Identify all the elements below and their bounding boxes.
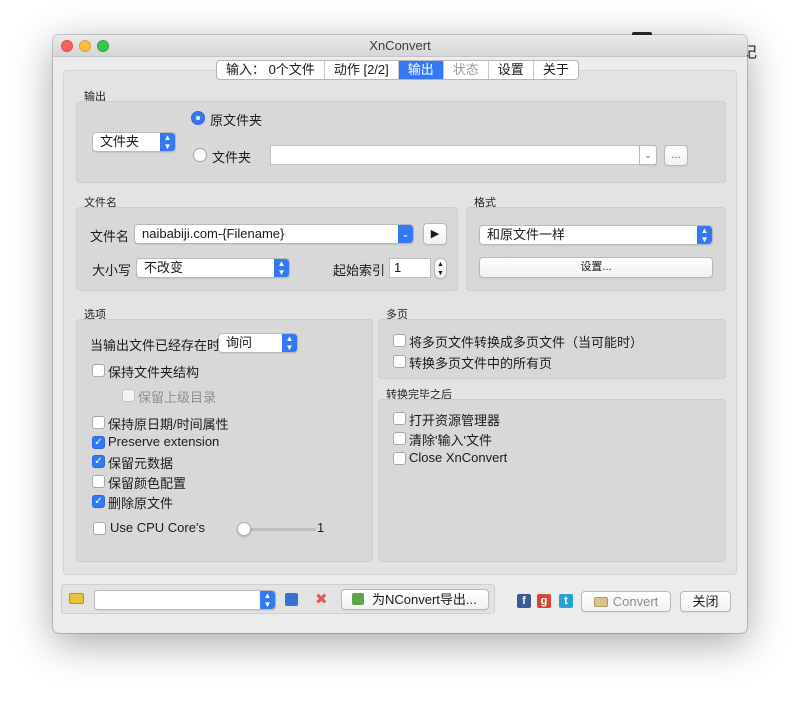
exists-label: 当输出文件已经存在时	[90, 338, 221, 353]
chevron-updown-icon: ▲ ▼	[160, 133, 175, 151]
tab-actions[interactable]: 动作 [2/2]	[325, 61, 399, 79]
preset-bar: ▲ ▼ ✖ 为NConvert导出...	[61, 584, 495, 614]
exists-select[interactable]: 询问 ▲ ▼	[218, 333, 298, 353]
format-select[interactable]: 和原文件一样 ▲ ▼	[479, 225, 713, 245]
to-multipage-label: 将多页文件转换成多页文件（当可能时）	[409, 335, 644, 350]
multipage-group: 将多页文件转换成多页文件（当可能时） 转换多页文件中的所有页	[378, 319, 726, 379]
export-nconvert-button[interactable]: 为NConvert导出...	[341, 589, 489, 610]
delete-original-checkbox[interactable]: ✓	[92, 495, 105, 508]
keep-metadata-checkbox[interactable]: ✓	[92, 455, 105, 468]
preserve-extension-checkbox[interactable]: ✓	[92, 436, 105, 449]
export-icon	[352, 593, 364, 605]
use-cpu-checkbox[interactable]	[93, 522, 106, 535]
radio-folder[interactable]	[193, 148, 207, 162]
chevron-updown-icon: ▲ ▼	[274, 259, 289, 277]
insert-variable-button[interactable]: ▶	[423, 223, 447, 245]
chevron-updown-icon: ▲ ▼	[260, 591, 275, 609]
radio-folder-label: 文件夹	[212, 150, 252, 165]
tab-status: 状态	[444, 61, 489, 79]
delete-original-label: 删除原文件	[108, 496, 174, 511]
title-bar: XnConvert	[53, 35, 747, 57]
start-index-input[interactable]: 1	[389, 258, 431, 278]
radio-original-folder-label: 原文件夹	[210, 113, 263, 128]
play-icon: ▶	[430, 228, 440, 240]
filename-group: 文件名 naibabiji.com-{Filename} ⌄ ▶ 大小写 不改变…	[76, 207, 458, 291]
keep-parent-label: 保留上级目录	[138, 390, 217, 405]
case-select[interactable]: 不改变 ▲ ▼	[136, 258, 290, 278]
convert-button[interactable]: Convert	[581, 591, 671, 612]
delete-icon[interactable]: ✖	[315, 590, 328, 608]
filename-template-combo[interactable]: naibabiji.com-{Filename} ⌄	[134, 224, 414, 244]
tab-settings[interactable]: 设置	[489, 61, 534, 79]
close-app-label: Close XnConvert	[409, 450, 508, 465]
filename-label: 文件名	[90, 229, 130, 244]
zoom-window-button[interactable]	[97, 40, 109, 52]
format-settings-button[interactable]: 设置...	[479, 257, 713, 278]
output-panel: 输出 文件夹 ▲ ▼ 原文件夹 文件夹 ⌄ ... 文件名 文件名 naibabi…	[63, 70, 737, 575]
chevron-updown-icon: ▲ ▼	[282, 334, 297, 352]
preset-select[interactable]: ▲ ▼	[94, 590, 276, 610]
keep-structure-checkbox[interactable]	[92, 364, 105, 377]
all-pages-checkbox[interactable]	[393, 355, 406, 368]
radio-original-folder[interactable]	[191, 111, 205, 125]
options-group: 当输出文件已经存在时 询问 ▲ ▼ 保持文件夹结构 保留上级目录 保持原日期/时间…	[76, 319, 373, 562]
keep-color-profile-checkbox[interactable]	[92, 475, 105, 488]
tab-bar: 输入： 0个文件 动作 [2/2] 输出 状态 设置 关于	[216, 60, 579, 80]
after-convert-group: 打开资源管理器 清除'输入'文件 Close XnConvert	[378, 399, 726, 562]
keep-datetime-label: 保持原日期/时间属性	[108, 417, 229, 432]
folder-history-dropdown[interactable]: ⌄	[639, 145, 657, 165]
close-window-button[interactable]	[61, 40, 73, 52]
keep-datetime-checkbox[interactable]	[92, 416, 105, 429]
open-explorer-checkbox[interactable]	[393, 412, 406, 425]
folder-path-input[interactable]	[270, 145, 656, 165]
app-window: XnConvert 输入： 0个文件 动作 [2/2] 输出 状态 设置 关于 …	[53, 35, 747, 633]
stepper-arrows-icon: ▲ ▼	[437, 261, 444, 277]
minimize-window-button[interactable]	[79, 40, 91, 52]
tab-output[interactable]: 输出	[398, 61, 444, 79]
chevron-down-icon: ⌄	[398, 225, 413, 243]
open-explorer-label: 打开资源管理器	[409, 413, 501, 428]
cpu-value: 1	[317, 520, 325, 535]
start-index-stepper[interactable]: ▲ ▼	[434, 258, 447, 279]
keep-metadata-label: 保留元数据	[108, 456, 174, 471]
cpu-slider-handle[interactable]	[237, 522, 251, 536]
convert-icon	[593, 597, 608, 607]
dest-type-select[interactable]: 文件夹 ▲ ▼	[92, 132, 176, 152]
window-title: XnConvert	[369, 38, 431, 53]
to-multipage-checkbox[interactable]	[393, 334, 406, 347]
twitter-icon[interactable]: t	[559, 594, 573, 608]
clear-input-checkbox[interactable]	[393, 432, 406, 445]
clear-input-label: 清除'输入'文件	[409, 433, 492, 448]
google-plus-icon[interactable]: g	[537, 594, 551, 608]
keep-structure-label: 保持文件夹结构	[108, 365, 200, 380]
chevron-down-icon: ⌄	[644, 150, 652, 160]
folder-icon[interactable]	[69, 593, 84, 604]
preserve-extension-label: Preserve extension	[108, 434, 220, 449]
use-cpu-label: Use CPU Core's	[110, 520, 205, 535]
facebook-icon[interactable]: f	[517, 594, 531, 608]
output-group: 文件夹 ▲ ▼ 原文件夹 文件夹 ⌄ ...	[76, 101, 726, 183]
browse-folder-button[interactable]: ...	[664, 145, 688, 166]
case-label: 大小写	[92, 263, 132, 278]
tab-about[interactable]: 关于	[534, 61, 578, 79]
close-app-checkbox[interactable]	[393, 452, 406, 465]
save-icon[interactable]	[285, 593, 298, 606]
format-group: 和原文件一样 ▲ ▼ 设置...	[466, 207, 726, 291]
chevron-updown-icon: ▲ ▼	[697, 226, 712, 244]
tab-input[interactable]: 输入： 0个文件	[217, 61, 325, 79]
keep-color-profile-label: 保留颜色配置	[108, 476, 187, 491]
close-button[interactable]: 关闭	[680, 591, 731, 612]
all-pages-label: 转换多页文件中的所有页	[409, 356, 553, 371]
cpu-slider-track[interactable]	[240, 528, 316, 531]
start-index-label: 起始索引	[333, 263, 386, 278]
keep-parent-checkbox	[122, 389, 135, 402]
